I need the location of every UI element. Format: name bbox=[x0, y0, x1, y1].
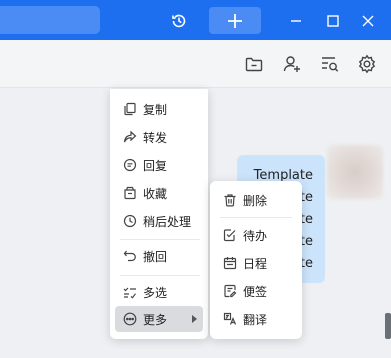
undo-icon bbox=[122, 248, 138, 264]
title-bar bbox=[0, 0, 391, 40]
menu-item-label: 稍后处理 bbox=[143, 214, 192, 229]
calendar-icon bbox=[222, 255, 238, 271]
menu-item-label: 回复 bbox=[143, 158, 168, 173]
reply-icon bbox=[122, 157, 138, 173]
menu-divider bbox=[120, 275, 200, 276]
close-button[interactable] bbox=[357, 8, 379, 34]
submenu-arrow-icon bbox=[192, 315, 197, 323]
scrollbar-thumb[interactable] bbox=[385, 313, 391, 339]
folder-icon bbox=[245, 57, 263, 72]
add-contact-icon bbox=[283, 56, 300, 72]
maximize-button[interactable] bbox=[322, 8, 344, 34]
submenu-item-label: 翻译 bbox=[243, 312, 268, 327]
trash-icon bbox=[222, 192, 238, 208]
menu-item-label: 多选 bbox=[143, 285, 168, 300]
minimize-button[interactable] bbox=[285, 8, 307, 34]
menu-item-label: 转发 bbox=[143, 130, 168, 145]
search-history-button[interactable] bbox=[319, 53, 341, 75]
context-menu: 复制 转发 回复 收藏 稍后处理 撤回 多选 更多 bbox=[110, 89, 208, 339]
note-icon bbox=[222, 283, 238, 299]
menu-divider bbox=[120, 239, 200, 240]
menu-item-label: 更多 bbox=[143, 312, 168, 327]
search-history-icon bbox=[322, 57, 339, 72]
translate-icon bbox=[222, 311, 238, 327]
submenu-item-delete[interactable]: 删除 bbox=[210, 187, 302, 213]
favorite-icon bbox=[122, 185, 138, 201]
maximize-icon bbox=[327, 15, 339, 27]
menu-item-later[interactable]: 稍后处理 bbox=[110, 208, 208, 234]
submenu-item-label: 删除 bbox=[243, 193, 268, 208]
clock-icon bbox=[122, 213, 138, 229]
history-icon bbox=[172, 14, 186, 28]
plus-icon bbox=[228, 13, 242, 28]
add-button[interactable] bbox=[209, 7, 261, 34]
settings-button[interactable] bbox=[356, 53, 378, 75]
chat-toolbar bbox=[0, 40, 391, 88]
close-icon bbox=[362, 15, 374, 27]
multi-select-icon bbox=[122, 284, 138, 300]
more-icon bbox=[122, 311, 138, 327]
submenu-item-label: 日程 bbox=[243, 256, 268, 271]
menu-divider bbox=[220, 217, 292, 218]
menu-item-copy[interactable]: 复制 bbox=[110, 96, 208, 122]
avatar[interactable] bbox=[327, 145, 383, 199]
menu-item-label: 撤回 bbox=[143, 249, 168, 264]
submenu-item-todo[interactable]: 待办 bbox=[210, 222, 302, 248]
folder-button[interactable] bbox=[243, 53, 265, 75]
submenu-item-translate[interactable]: 翻译 bbox=[210, 306, 302, 332]
menu-item-multi-select[interactable]: 多选 bbox=[110, 279, 208, 305]
menu-item-label: 收藏 bbox=[143, 186, 168, 201]
history-button[interactable] bbox=[166, 8, 192, 34]
submenu-item-label: 便签 bbox=[243, 284, 268, 299]
forward-icon bbox=[122, 129, 138, 145]
gear-icon bbox=[358, 54, 376, 74]
menu-item-forward[interactable]: 转发 bbox=[110, 124, 208, 150]
menu-item-more[interactable]: 更多 bbox=[115, 306, 203, 332]
submenu-item-label: 待办 bbox=[243, 228, 268, 243]
add-contact-button[interactable] bbox=[281, 53, 303, 75]
menu-item-reply[interactable]: 回复 bbox=[110, 152, 208, 178]
search-input[interactable] bbox=[0, 6, 100, 34]
menu-item-recall[interactable]: 撤回 bbox=[110, 243, 208, 269]
menu-item-label: 复制 bbox=[143, 102, 168, 117]
more-submenu: 删除 待办 日程 便签 翻译 bbox=[210, 181, 302, 339]
minimize-icon bbox=[291, 20, 301, 22]
menu-item-favorite[interactable]: 收藏 bbox=[110, 180, 208, 206]
copy-icon bbox=[122, 101, 138, 117]
submenu-item-calendar[interactable]: 日程 bbox=[210, 250, 302, 276]
submenu-item-note[interactable]: 便签 bbox=[210, 278, 302, 304]
todo-icon bbox=[222, 227, 238, 243]
